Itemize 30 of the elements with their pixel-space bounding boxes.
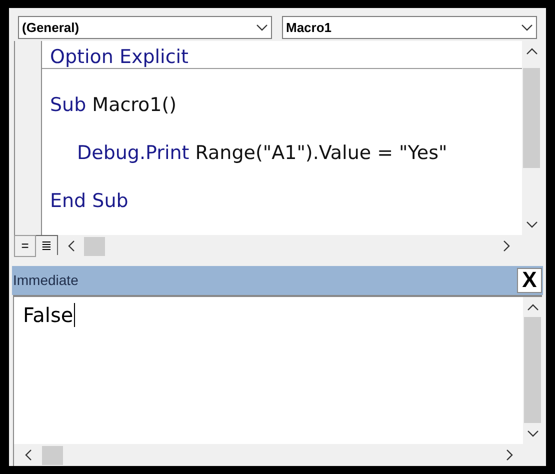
chevron-down-icon	[521, 24, 533, 32]
chevron-down-icon	[256, 24, 268, 32]
scroll-thumb[interactable]	[523, 68, 540, 168]
code-token: Macro1()	[92, 93, 177, 118]
chevron-down-icon	[526, 221, 538, 229]
chevron-left-icon[interactable]	[24, 449, 32, 462]
panel-title: Immediate	[12, 270, 78, 290]
scroll-thumb[interactable]	[524, 317, 541, 424]
output-text: False	[23, 302, 76, 327]
view-toggle-button[interactable]: =	[14, 235, 36, 257]
chevron-down-icon	[526, 430, 538, 438]
dropdown-value: (General)	[22, 18, 80, 37]
procedure-dropdown[interactable]: Macro1	[282, 16, 537, 39]
code-token: Debug.Print	[77, 141, 190, 166]
close-button[interactable]: X	[517, 268, 542, 293]
dropdown-value: Macro1	[286, 18, 332, 37]
chevron-right-icon[interactable]	[506, 449, 514, 462]
chevron-up-icon	[526, 302, 538, 311]
view-toggle-button[interactable]: ≣	[36, 235, 58, 255]
scroll-thumb[interactable]	[42, 446, 63, 465]
chevron-up-icon	[526, 47, 538, 55]
chevron-left-icon[interactable]	[67, 240, 75, 252]
scroll-thumb[interactable]	[84, 236, 105, 256]
code-token: Range("A1").Value = "Yes"	[195, 141, 448, 166]
object-dropdown[interactable]: (General)	[18, 16, 272, 39]
code-token: Option Explicit	[50, 45, 188, 68]
code-token: Sub	[50, 93, 86, 118]
code-token: End Sub	[50, 189, 128, 214]
chevron-right-icon[interactable]	[503, 240, 511, 252]
immediate-area[interactable]: False	[14, 296, 523, 444]
